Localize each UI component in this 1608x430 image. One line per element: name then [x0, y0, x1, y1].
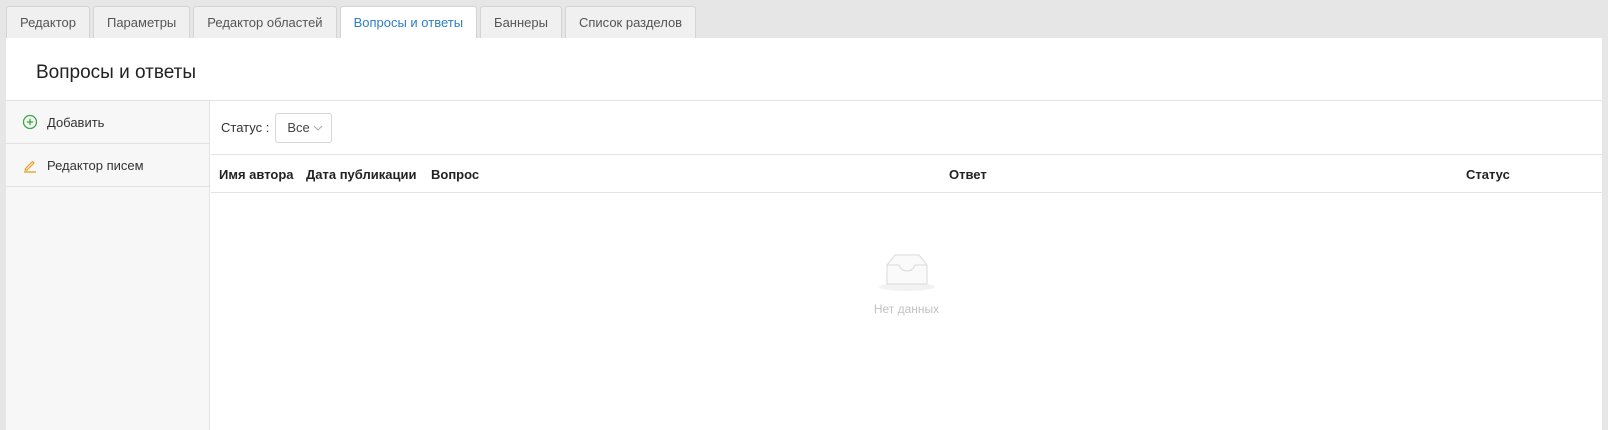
mail-editor-button[interactable]: Редактор писем — [6, 144, 209, 187]
filter-row: Статус : Все — [211, 101, 1602, 155]
tab-editor[interactable]: Редактор — [6, 6, 90, 38]
plus-circle-icon — [22, 114, 38, 130]
status-filter-select[interactable]: Все — [275, 112, 333, 143]
status-filter-value: Все — [287, 120, 310, 135]
mail-editor-label: Редактор писем — [47, 157, 144, 173]
tab-area-editor[interactable]: Редактор областей — [193, 6, 337, 38]
tab-parameters[interactable]: Параметры — [92, 6, 191, 38]
add-button[interactable]: Добавить — [6, 101, 209, 144]
pencil-icon — [22, 157, 38, 173]
add-button-label: Добавить — [47, 114, 105, 130]
tab-section-list[interactable]: Список разделов — [564, 6, 697, 38]
column-answer[interactable]: Ответ — [949, 167, 987, 182]
status-filter-label: Статус : — [221, 120, 270, 135]
tab-bar: Редактор Параметры Редактор областей Воп… — [6, 6, 697, 39]
tab-questions-answers[interactable]: Вопросы и ответы — [339, 6, 478, 39]
column-question[interactable]: Вопрос — [431, 167, 479, 182]
sidebar: Добавить Редактор писем — [6, 101, 210, 430]
column-date[interactable]: Дата публикации — [306, 167, 416, 182]
page-title: Вопросы и ответы — [36, 62, 197, 83]
content-area: Статус : Все Имя автора Дата публикации … — [211, 101, 1602, 430]
chevron-down-icon — [313, 124, 323, 132]
column-status[interactable]: Статус — [1466, 167, 1510, 182]
table-header: Имя автора Дата публикации Вопрос Ответ … — [211, 155, 1602, 193]
tab-banners[interactable]: Баннеры — [480, 6, 562, 38]
inbox-icon — [875, 251, 939, 298]
column-author[interactable]: Имя автора — [219, 167, 294, 182]
main-panel: Вопросы и ответы Добавить Редактор писем — [6, 38, 1602, 430]
empty-text: Нет данных — [873, 302, 940, 316]
empty-state: Нет данных — [211, 251, 1602, 316]
